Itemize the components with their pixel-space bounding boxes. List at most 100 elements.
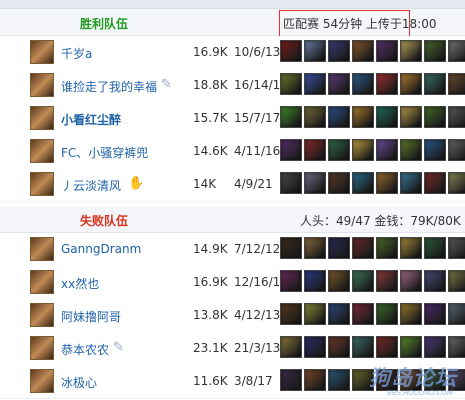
- champion-avatar[interactable]: [30, 172, 54, 196]
- item-icon[interactable]: [304, 369, 326, 391]
- item-icon[interactable]: [424, 139, 446, 161]
- item-icon[interactable]: [328, 237, 350, 259]
- item-icon[interactable]: [280, 237, 302, 259]
- champion-avatar[interactable]: [30, 40, 54, 64]
- item-icon[interactable]: [304, 40, 326, 62]
- item-icon[interactable]: [352, 270, 374, 292]
- item-icon[interactable]: [304, 237, 326, 259]
- item-icon[interactable]: [448, 172, 465, 194]
- item-icon[interactable]: [400, 73, 422, 95]
- item-icon[interactable]: [400, 303, 422, 325]
- item-icon[interactable]: [304, 270, 326, 292]
- item-icon[interactable]: [352, 172, 374, 194]
- item-icon[interactable]: [280, 369, 302, 391]
- player-row[interactable]: 小看红尘醉 15.7K 15/7/17: [0, 102, 465, 136]
- player-name[interactable]: GanngDranm: [61, 242, 141, 256]
- champion-avatar[interactable]: [30, 369, 54, 393]
- item-icon[interactable]: [328, 40, 350, 62]
- item-icon[interactable]: [352, 336, 374, 358]
- item-icon[interactable]: [328, 270, 350, 292]
- item-icon[interactable]: [400, 336, 422, 358]
- item-icon[interactable]: [448, 139, 465, 161]
- item-icon[interactable]: [280, 139, 302, 161]
- item-icon[interactable]: [328, 106, 350, 128]
- item-icon[interactable]: [304, 172, 326, 194]
- item-icon[interactable]: [376, 106, 398, 128]
- item-icon[interactable]: [400, 106, 422, 128]
- item-icon[interactable]: [448, 270, 465, 292]
- player-name[interactable]: FC、小骚穿裤兜: [61, 144, 148, 161]
- player-row[interactable]: 恭本农农 ✎ 23.1K 21/3/13: [0, 332, 465, 366]
- item-icon[interactable]: [376, 172, 398, 194]
- item-icon[interactable]: [424, 237, 446, 259]
- item-icon[interactable]: [448, 106, 465, 128]
- player-row[interactable]: FC、小骚穿裤兜 14.6K 4/11/16: [0, 135, 465, 169]
- item-icon[interactable]: [424, 303, 446, 325]
- item-icon[interactable]: [328, 139, 350, 161]
- item-icon[interactable]: [448, 336, 465, 358]
- item-icon[interactable]: [400, 139, 422, 161]
- item-icon[interactable]: [424, 106, 446, 128]
- item-icon[interactable]: [376, 270, 398, 292]
- item-icon[interactable]: [352, 139, 374, 161]
- item-icon[interactable]: [376, 237, 398, 259]
- item-icon[interactable]: [328, 172, 350, 194]
- item-icon[interactable]: [280, 336, 302, 358]
- champion-avatar[interactable]: [30, 73, 54, 97]
- player-name[interactable]: 冰极心: [61, 374, 97, 391]
- item-icon[interactable]: [400, 270, 422, 292]
- item-icon[interactable]: [328, 73, 350, 95]
- item-icon[interactable]: [424, 336, 446, 358]
- item-icon[interactable]: [280, 106, 302, 128]
- item-icon[interactable]: [376, 303, 398, 325]
- item-icon[interactable]: [448, 40, 465, 62]
- player-row[interactable]: 丿云淡清风 ✋ 14K 4/9/21: [0, 168, 465, 202]
- item-icon[interactable]: [304, 106, 326, 128]
- player-name[interactable]: 阿妹撸阿哥: [61, 308, 121, 325]
- champion-avatar[interactable]: [30, 270, 54, 294]
- item-icon[interactable]: [448, 237, 465, 259]
- item-icon[interactable]: [280, 303, 302, 325]
- item-icon[interactable]: [424, 172, 446, 194]
- player-row[interactable]: 千岁a 16.9K 10/6/13: [0, 36, 465, 70]
- item-icon[interactable]: [304, 336, 326, 358]
- item-icon[interactable]: [304, 73, 326, 95]
- item-icon[interactable]: [328, 336, 350, 358]
- item-icon[interactable]: [448, 73, 465, 95]
- item-icon[interactable]: [352, 73, 374, 95]
- item-icon[interactable]: [280, 270, 302, 292]
- item-icon[interactable]: [352, 40, 374, 62]
- item-icon[interactable]: [376, 40, 398, 62]
- item-icon[interactable]: [280, 40, 302, 62]
- item-icon[interactable]: [328, 303, 350, 325]
- item-icon[interactable]: [424, 40, 446, 62]
- item-icon[interactable]: [400, 172, 422, 194]
- player-name[interactable]: xx然也: [61, 275, 99, 292]
- champion-avatar[interactable]: [30, 336, 54, 360]
- player-name[interactable]: 小看红尘醉: [61, 111, 121, 128]
- item-icon[interactable]: [352, 237, 374, 259]
- item-icon[interactable]: [376, 73, 398, 95]
- item-icon[interactable]: [400, 237, 422, 259]
- champion-avatar[interactable]: [30, 106, 54, 130]
- champion-avatar[interactable]: [30, 237, 54, 261]
- item-icon[interactable]: [448, 303, 465, 325]
- item-icon[interactable]: [352, 106, 374, 128]
- player-name[interactable]: 谁捡走了我的幸福: [61, 78, 157, 95]
- item-icon[interactable]: [400, 40, 422, 62]
- player-name[interactable]: 丿云淡清风: [61, 177, 121, 194]
- item-icon[interactable]: [304, 139, 326, 161]
- item-icon[interactable]: [280, 172, 302, 194]
- item-icon[interactable]: [424, 270, 446, 292]
- player-row[interactable]: GanngDranm 14.9K 7/12/12: [0, 233, 465, 267]
- player-row[interactable]: 阿妹撸阿哥 13.8K 4/12/13: [0, 299, 465, 333]
- item-icon[interactable]: [280, 73, 302, 95]
- item-icon[interactable]: [328, 369, 350, 391]
- item-icon[interactable]: [376, 336, 398, 358]
- player-name[interactable]: 千岁a: [61, 45, 92, 62]
- champion-avatar[interactable]: [30, 139, 54, 163]
- item-icon[interactable]: [424, 73, 446, 95]
- player-row[interactable]: 谁捡走了我的幸福 ✎ 18.8K 16/14/19: [0, 69, 465, 103]
- player-name[interactable]: 恭本农农: [61, 341, 109, 358]
- champion-avatar[interactable]: [30, 303, 54, 327]
